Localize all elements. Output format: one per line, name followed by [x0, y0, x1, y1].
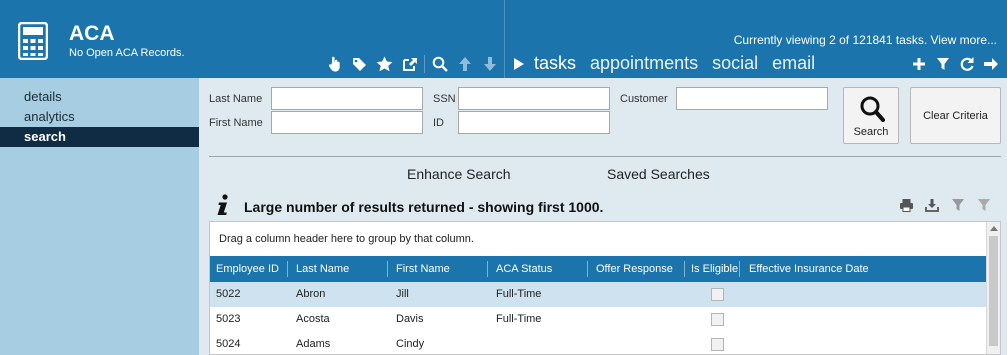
ssn-label: SSN — [433, 93, 456, 105]
filter-icon[interactable] — [931, 54, 955, 74]
column-divider[interactable] — [287, 261, 288, 277]
column-header-is-eligible[interactable]: Is Eligible — [685, 256, 740, 282]
calculator-icon — [18, 22, 48, 60]
tab-tasks[interactable]: tasks — [534, 53, 576, 74]
id-label: ID — [433, 117, 444, 129]
play-icon[interactable] — [512, 57, 526, 71]
cell-employee-id: 5023 — [216, 313, 241, 325]
record-toolbar — [322, 54, 502, 74]
info-icon — [217, 194, 228, 215]
column-divider[interactable] — [487, 261, 488, 277]
cell-aca-status: Full-Time — [496, 288, 542, 300]
plus-icon[interactable] — [907, 54, 931, 74]
tab-appointments[interactable]: appointments — [590, 53, 698, 74]
arrow-right-icon[interactable] — [979, 54, 1003, 74]
column-header-offer-response[interactable]: Offer Response — [590, 256, 685, 282]
sidebar-item-analytics[interactable]: analytics — [0, 107, 199, 127]
cell-first-name: Cindy — [396, 338, 425, 350]
column-header-last-name[interactable]: Last Name — [290, 256, 388, 282]
column-divider[interactable] — [739, 261, 740, 277]
print-icon[interactable] — [893, 197, 919, 213]
table-row[interactable]: 5023 Acosta Davis Full-Time — [210, 307, 986, 332]
group-by-bar[interactable]: Drag a column header here to group by th… — [210, 222, 986, 256]
search-icon[interactable] — [427, 54, 452, 74]
refresh-icon[interactable] — [955, 54, 979, 74]
grid-header: Employee ID Last Name First Name ACA Sta… — [210, 256, 986, 282]
app-title: ACA — [69, 22, 115, 45]
tag-icon[interactable] — [347, 54, 372, 74]
magnifier-icon — [860, 96, 885, 122]
viewing-count-link[interactable]: Currently viewing 2 of 121841 tasks. Vie… — [734, 33, 997, 47]
cell-employee-id: 5022 — [216, 288, 241, 300]
grid-actions — [893, 197, 997, 213]
customer-label: Customer — [620, 93, 668, 105]
table-row[interactable]: 5022 Abron Jill Full-Time — [210, 282, 986, 307]
cell-aca-status — [490, 332, 496, 354]
ssn-input[interactable] — [458, 87, 610, 110]
search-button-label: Search — [853, 126, 889, 138]
is-eligible-checkbox[interactable] — [711, 338, 724, 351]
last-name-label: Last Name — [209, 93, 263, 105]
tab-email[interactable]: email — [772, 53, 815, 74]
cell-first-name: Davis — [396, 313, 424, 325]
app-subtitle: No Open ACA Records. — [69, 47, 185, 59]
first-name-label: First Name — [209, 117, 263, 129]
filter-icon[interactable] — [945, 197, 971, 213]
app-header: ACA No Open ACA Records. Currently viewi… — [0, 0, 1007, 78]
external-link-icon[interactable] — [397, 54, 422, 74]
clear-criteria-button[interactable]: Clear Criteria — [910, 87, 1001, 144]
clear-filter-icon[interactable] — [971, 197, 997, 213]
column-divider[interactable] — [387, 261, 388, 277]
saved-searches-link[interactable]: Saved Searches — [607, 166, 710, 182]
header-divider — [504, 0, 505, 78]
is-eligible-checkbox[interactable] — [711, 288, 724, 301]
cell-first-name: Jill — [396, 288, 409, 300]
scrollbar-thumb[interactable] — [989, 236, 998, 346]
toolbar-divider — [424, 55, 425, 73]
sidebar: details analytics search — [0, 78, 199, 355]
cell-employee-id: 5024 — [216, 338, 241, 350]
last-name-input[interactable] — [271, 87, 423, 110]
results-grid: Drag a column header here to group by th… — [209, 221, 1001, 355]
table-row[interactable]: 5024 Adams Cindy — [210, 332, 986, 354]
column-divider[interactable] — [587, 261, 588, 277]
column-header-first-name[interactable]: First Name — [390, 256, 488, 282]
cell-last-name: Abron — [296, 288, 326, 300]
search-button[interactable]: Search — [843, 87, 899, 144]
column-header-aca-status[interactable]: ACA Status — [490, 256, 588, 282]
star-icon[interactable] — [372, 54, 397, 74]
grid-scrollbar[interactable] — [986, 222, 1000, 354]
enhance-search-link[interactable]: Enhance Search — [407, 166, 511, 182]
results-info-message: Large number of results returned - showi… — [244, 199, 604, 215]
column-header-employee-id[interactable]: Employee ID — [210, 256, 288, 282]
arrow-down-icon[interactable] — [477, 54, 502, 74]
customer-input[interactable] — [676, 87, 828, 110]
column-header-effective-insurance-date[interactable]: Effective Insurance Date — [743, 256, 943, 282]
cell-last-name: Acosta — [296, 313, 330, 325]
header-actions — [907, 54, 1003, 74]
hand-pointer-icon[interactable] — [322, 54, 347, 74]
sidebar-item-search[interactable]: search — [0, 127, 199, 147]
export-icon[interactable] — [919, 197, 945, 213]
first-name-input[interactable] — [271, 111, 423, 134]
arrow-up-icon[interactable] — [452, 54, 477, 74]
cell-aca-status: Full-Time — [496, 313, 542, 325]
sidebar-item-details[interactable]: details — [0, 87, 199, 107]
nav-tabs: tasks appointments social email — [512, 53, 829, 74]
id-input[interactable] — [458, 111, 610, 134]
tab-social[interactable]: social — [712, 53, 758, 74]
is-eligible-checkbox[interactable] — [711, 313, 724, 326]
cell-last-name: Adams — [296, 338, 331, 350]
scroll-up-arrow-icon[interactable] — [990, 226, 998, 231]
form-divider — [209, 156, 1001, 157]
